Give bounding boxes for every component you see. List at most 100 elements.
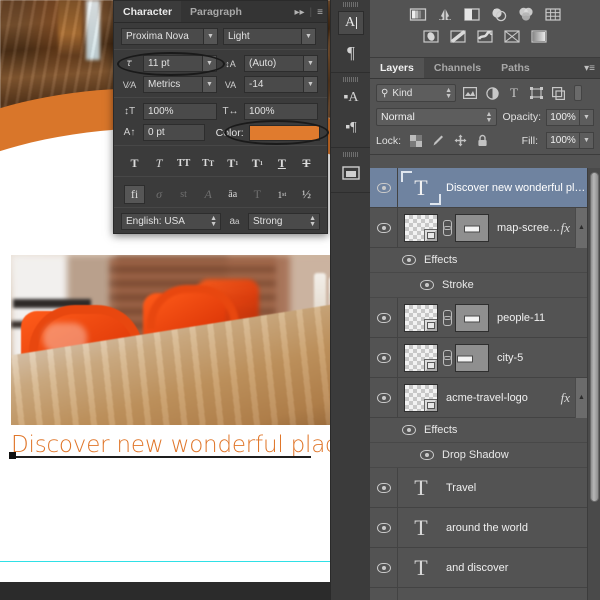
table-row[interactable]: T and discover [370, 548, 587, 588]
filter-enable-toggle[interactable] [574, 85, 582, 101]
font-size-input[interactable]: 11 pt ▼ [143, 55, 217, 72]
color-balance-icon[interactable] [422, 28, 440, 45]
layers-panel[interactable]: Layers Channels Paths ▾≡ ⚲ Kind ▲ ▼ T No… [370, 58, 600, 600]
subscript-button[interactable]: T1 [247, 154, 268, 173]
filter-pixel-icon[interactable] [462, 85, 478, 101]
table-row[interactable]: city-5 [370, 338, 587, 378]
link-mask-icon[interactable] [442, 219, 452, 236]
curves-icon[interactable] [463, 6, 481, 23]
black-white-icon[interactable] [449, 28, 467, 45]
discretionary-ligatures-button[interactable]: st [173, 185, 194, 204]
layer-visibility-toggle[interactable] [370, 468, 398, 507]
libraries-panel-icon[interactable] [331, 158, 371, 188]
stepper-icon[interactable]: ▲ ▼ [309, 215, 316, 228]
exposure-icon[interactable] [490, 6, 508, 23]
fx-icon[interactable]: fx [561, 220, 575, 236]
layer-filter-bar[interactable]: ⚲ Kind ▲ ▼ T [370, 79, 600, 106]
baseline-shift-input[interactable]: 0 pt [143, 124, 205, 141]
blend-opacity-row[interactable]: Normal ▲ ▼ Opacity: 100% ▼ [370, 106, 600, 130]
tab-paragraph[interactable]: Paragraph [181, 1, 251, 22]
layer-name[interactable]: Discover new wonderful pla... [438, 182, 587, 194]
effect-name[interactable]: Stroke [442, 279, 474, 291]
layer-mask-thumbnail[interactable] [455, 303, 489, 332]
character-panel-tabs[interactable]: Character Paragraph ▸▸ | ≡ [114, 1, 327, 23]
underline-button[interactable]: T [271, 154, 292, 173]
chevron-down-icon[interactable]: ▼ [202, 77, 216, 92]
stylistic-alternates-button[interactable]: āa [222, 185, 243, 204]
levels-icon[interactable] [436, 6, 454, 23]
table-row[interactable]: T around the world [370, 508, 587, 548]
expand-effects-toggle[interactable]: ▲ [575, 207, 587, 248]
panel-menu-icon[interactable]: ▾≡ [584, 58, 595, 79]
character-panel[interactable]: Character Paragraph ▸▸ | ≡ Proxima Nova … [113, 0, 329, 234]
font-family-input[interactable]: Proxima Nova ▼ [121, 28, 218, 45]
layer-list[interactable]: T Discover new wonderful pla... map-scre… [370, 168, 587, 600]
eye-icon[interactable] [420, 450, 434, 460]
filter-shape-icon[interactable] [528, 85, 544, 101]
layer-visibility-toggle[interactable] [370, 168, 398, 207]
chevron-down-icon[interactable]: ▼ [303, 77, 317, 92]
superscript-button[interactable]: T1 [222, 154, 243, 173]
layer-mask-thumbnail[interactable] [455, 213, 489, 242]
strikethrough-button[interactable]: T [296, 154, 317, 173]
layer-visibility-toggle[interactable] [370, 588, 398, 600]
tab-layers[interactable]: Layers [370, 58, 424, 78]
vibrance-icon[interactable] [517, 6, 535, 23]
tab-paths[interactable]: Paths [491, 58, 540, 78]
table-row[interactable]: T Discover new wonderful pla... [370, 168, 587, 208]
layer-name[interactable]: people-11 [489, 312, 587, 324]
table-row[interactable]: map-screens... fx ▲ [370, 207, 587, 248]
fx-icon[interactable]: fx [561, 390, 575, 406]
opentype-buttons[interactable]: fi σ st A āa T 1st ½ [121, 182, 320, 206]
faux-bold-button[interactable]: T [124, 154, 145, 173]
chevron-down-icon[interactable]: ▼ [303, 56, 317, 71]
layer-visibility-toggle[interactable] [370, 378, 398, 417]
font-style-input[interactable]: Light ▼ [223, 28, 316, 45]
layers-panel-tabs[interactable]: Layers Channels Paths ▾≡ [370, 58, 600, 79]
filter-adjustment-icon[interactable] [484, 85, 500, 101]
layer-thumbnail-smart-object[interactable] [404, 303, 438, 332]
lock-all-icon[interactable] [475, 134, 489, 148]
layer-thumbnail-text[interactable]: T [404, 594, 438, 600]
layer-thumbnail-text[interactable]: T [404, 514, 438, 542]
layer-name[interactable]: and discover [438, 562, 587, 574]
fill-input[interactable]: 100% [546, 132, 580, 149]
kerning-input[interactable]: Metrics ▼ [143, 76, 217, 93]
lock-position-icon[interactable] [453, 134, 467, 148]
panel-menu-icon[interactable]: ≡ [317, 7, 323, 18]
swash-button[interactable]: A [198, 185, 219, 204]
layer-thumbnail-text[interactable]: T [401, 170, 441, 205]
photo-filter-icon[interactable] [476, 28, 494, 45]
list-item[interactable]: Effects [370, 418, 587, 443]
type-style-buttons[interactable]: T T TT TT T1 T1 T T [121, 151, 320, 175]
list-item[interactable]: Drop Shadow [370, 443, 587, 468]
expand-effects-toggle[interactable]: ▲ [575, 377, 587, 418]
layer-visibility-toggle[interactable] [370, 548, 398, 587]
lock-image-pixels-icon[interactable] [431, 134, 445, 148]
chevron-down-icon[interactable]: ▼ [202, 56, 216, 71]
table-row[interactable]: people-11 [370, 298, 587, 338]
fractions-button[interactable]: ½ [296, 185, 317, 204]
layer-visibility-toggle[interactable] [370, 508, 398, 547]
filter-smart-object-icon[interactable] [550, 85, 566, 101]
layer-name[interactable]: around the world [438, 522, 587, 534]
titling-alternates-button[interactable]: T [247, 185, 268, 204]
brightness-contrast-icon[interactable] [409, 6, 427, 23]
vertical-scale-input[interactable]: 100% [143, 103, 217, 120]
layer-name[interactable]: acme-travel-logo [438, 392, 561, 404]
canvas-headline-text[interactable]: Discover new wonderful places [11, 432, 363, 458]
stepper-icon[interactable]: ▲ ▼ [486, 111, 493, 124]
panel-icon-dock[interactable]: A ¶ ▪A ▪¶ [330, 0, 370, 600]
layer-thumbnail-smart-object[interactable] [404, 343, 438, 372]
hue-saturation-icon[interactable] [544, 6, 562, 23]
tab-channels[interactable]: Channels [424, 58, 491, 78]
link-mask-icon[interactable] [442, 309, 452, 326]
layer-thumbnail-text[interactable]: T [404, 554, 438, 582]
drag-grip[interactable] [331, 150, 370, 158]
eye-icon[interactable] [420, 280, 434, 290]
character-styles-icon[interactable]: ▪A [331, 83, 371, 113]
layer-thumbnail-smart-object[interactable] [404, 213, 438, 242]
list-item[interactable]: Effects [370, 248, 587, 273]
eye-icon[interactable] [402, 425, 416, 435]
contextual-alternates-button[interactable]: σ [149, 185, 170, 204]
